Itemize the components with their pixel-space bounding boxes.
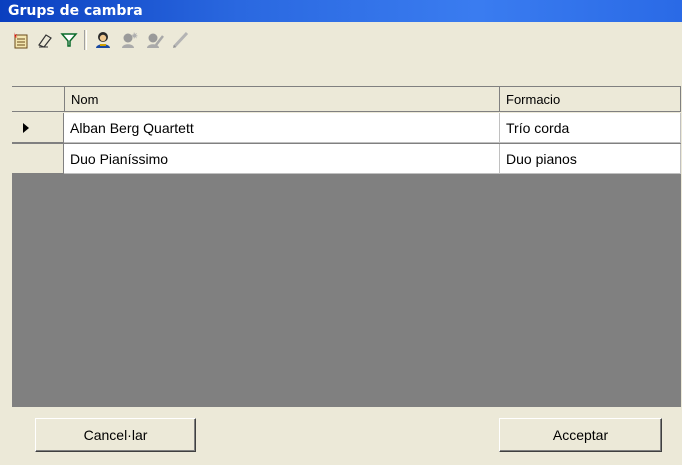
pencil-icon bbox=[172, 31, 189, 49]
grid-header: Nom Formacio bbox=[12, 87, 681, 113]
pencil-button[interactable] bbox=[170, 29, 192, 51]
header-indicator-cell bbox=[12, 87, 65, 112]
new-record-button[interactable] bbox=[10, 29, 32, 51]
cell-formacio[interactable]: Trío corda bbox=[500, 113, 681, 143]
person-add-icon bbox=[122, 32, 138, 48]
filter-button[interactable] bbox=[58, 29, 80, 51]
table-row[interactable]: Alban Berg Quartett Trío corda bbox=[12, 113, 681, 143]
header-formacio[interactable]: Formacio bbox=[500, 87, 681, 112]
cancel-button[interactable]: Cancel·lar bbox=[35, 418, 196, 452]
cell-nom[interactable]: Alban Berg Quartett bbox=[64, 113, 500, 143]
accept-button[interactable]: Acceptar bbox=[499, 418, 662, 452]
toolbar-separator bbox=[84, 30, 87, 50]
toolbar bbox=[0, 22, 682, 78]
person-edit-icon bbox=[147, 33, 164, 48]
eraser-icon bbox=[38, 34, 52, 48]
header-nom[interactable]: Nom bbox=[65, 87, 500, 112]
row-indicator[interactable] bbox=[12, 144, 64, 174]
window-title: Grups de cambra bbox=[0, 0, 682, 22]
cell-nom[interactable]: Duo Pianíssimo bbox=[64, 144, 500, 174]
new-record-icon bbox=[14, 32, 28, 49]
person-button[interactable] bbox=[92, 29, 114, 51]
filter-icon bbox=[60, 33, 78, 47]
person-icon bbox=[96, 32, 110, 48]
person-edit-button[interactable] bbox=[144, 29, 166, 51]
cell-formacio[interactable]: Duo pianos bbox=[500, 144, 681, 174]
current-row-arrow-icon bbox=[23, 122, 29, 133]
eraser-button[interactable] bbox=[34, 29, 56, 51]
row-indicator[interactable] bbox=[12, 113, 64, 143]
person-add-button[interactable] bbox=[118, 29, 140, 51]
table-row[interactable]: Duo Pianíssimo Duo pianos bbox=[12, 144, 681, 174]
data-grid: Nom Formacio Alban Berg Quartett Trío co… bbox=[12, 86, 681, 407]
